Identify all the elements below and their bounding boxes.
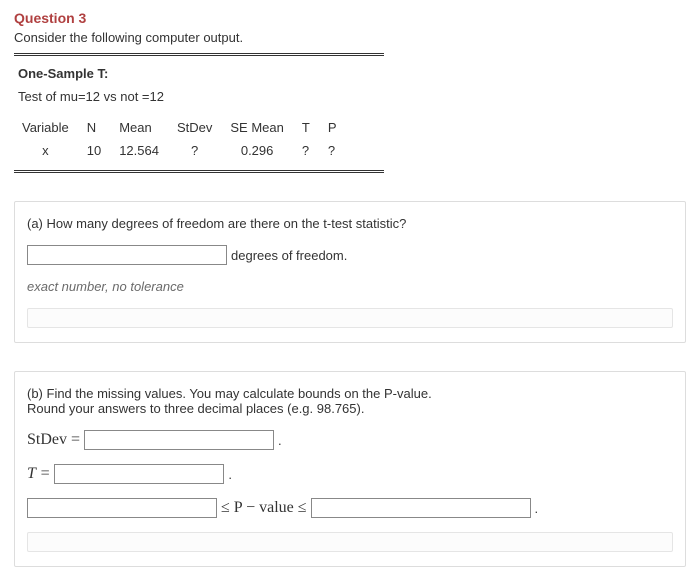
- col-stdev: StDev: [173, 116, 226, 139]
- output-heading: One-Sample T:: [18, 66, 686, 81]
- col-variable: Variable: [18, 116, 83, 139]
- pvalue-mid: ≤ P − value ≤: [221, 499, 307, 517]
- table-header-row: Variable N Mean StDev SE Mean T P: [18, 116, 350, 139]
- cell-stdev: ?: [173, 139, 226, 162]
- table-row: x 10 12.564 ? 0.296 ? ?: [18, 139, 350, 162]
- part-a-text: (a) How many degrees of freedom are ther…: [27, 216, 673, 231]
- test-description: Test of mu=12 vs not =12: [18, 89, 686, 104]
- dot1: .: [278, 433, 282, 448]
- col-t: T: [298, 116, 324, 139]
- part-a: (a) How many degrees of freedom are ther…: [14, 201, 686, 343]
- rule-bottom: [14, 170, 384, 173]
- dot3: .: [535, 501, 539, 516]
- stdev-input[interactable]: [84, 430, 274, 450]
- cell-mean: 12.564: [115, 139, 173, 162]
- question-title: Question 3: [14, 10, 686, 26]
- pvalue-upper-input[interactable]: [311, 498, 531, 518]
- cell-t: ?: [298, 139, 324, 162]
- t-label: T =: [27, 465, 50, 483]
- cell-semean: 0.296: [226, 139, 297, 162]
- t-input[interactable]: [54, 464, 224, 484]
- col-mean: Mean: [115, 116, 173, 139]
- col-p: P: [324, 116, 351, 139]
- rule-top: [14, 53, 384, 56]
- question-prompt: Consider the following computer output.: [14, 30, 686, 45]
- pvalue-lower-input[interactable]: [27, 498, 217, 518]
- cell-n: 10: [83, 139, 115, 162]
- df-trail: degrees of freedom.: [231, 248, 347, 263]
- feedback-bar-b: [27, 532, 673, 552]
- df-input[interactable]: [27, 245, 227, 265]
- cell-variable: x: [18, 139, 83, 162]
- stat-table: Variable N Mean StDev SE Mean T P x 10 1…: [18, 116, 350, 162]
- col-semean: SE Mean: [226, 116, 297, 139]
- feedback-bar-a: [27, 308, 673, 328]
- stdev-label: StDev =: [27, 431, 80, 449]
- cell-p: ?: [324, 139, 351, 162]
- part-b-line1: (b) Find the missing values. You may cal…: [27, 386, 673, 401]
- dot2: .: [228, 467, 232, 482]
- part-b: (b) Find the missing values. You may cal…: [14, 371, 686, 567]
- part-b-line2: Round your answers to three decimal plac…: [27, 401, 673, 416]
- part-a-hint: exact number, no tolerance: [27, 279, 673, 294]
- col-n: N: [83, 116, 115, 139]
